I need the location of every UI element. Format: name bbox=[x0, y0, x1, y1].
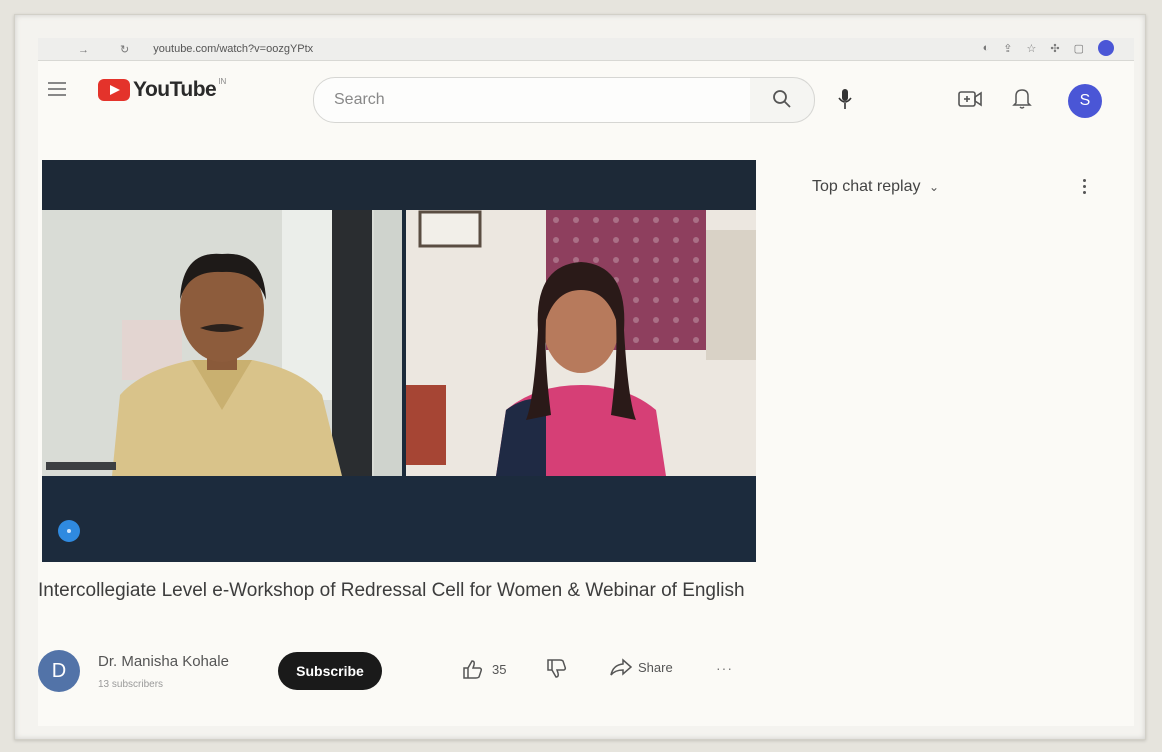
participant-man-image bbox=[42, 210, 402, 476]
youtube-logo[interactable]: YouTube IN bbox=[98, 76, 227, 102]
extension-icon[interactable]: ◐ bbox=[983, 42, 990, 54]
search-box bbox=[313, 77, 751, 123]
subscribe-button[interactable]: Subscribe bbox=[278, 652, 382, 690]
share-page-icon[interactable]: ⇪ bbox=[1003, 42, 1012, 55]
profile-icon[interactable] bbox=[1098, 40, 1114, 56]
bell-icon bbox=[1012, 89, 1032, 109]
video-bottom-band bbox=[42, 476, 756, 562]
browser-window: → ↻ youtube.com/watch?v=oozgYPtx ◐ ⇪ ☆ ✣… bbox=[38, 38, 1134, 726]
mic-button[interactable] bbox=[838, 88, 852, 115]
dislike-button[interactable] bbox=[546, 658, 568, 685]
video-player[interactable] bbox=[42, 160, 756, 562]
video-title: Intercollegiate Level e-Workshop of Redr… bbox=[38, 580, 745, 601]
logo-text: YouTube bbox=[133, 78, 217, 101]
subscriber-count: 13 subscribers bbox=[98, 679, 164, 690]
search-button[interactable] bbox=[750, 77, 815, 123]
create-video-icon bbox=[958, 91, 982, 107]
notifications-button[interactable] bbox=[1012, 86, 1032, 115]
account-avatar[interactable]: S bbox=[1068, 84, 1102, 118]
chat-title: Top chat replay bbox=[812, 178, 921, 195]
participant-tile-left bbox=[42, 210, 402, 476]
country-code: IN bbox=[218, 76, 227, 86]
mic-icon bbox=[838, 89, 852, 109]
youtube-header: YouTube IN Search S bbox=[38, 60, 1134, 123]
share-icon bbox=[610, 658, 632, 676]
bookmark-icon[interactable]: ☆ bbox=[1027, 42, 1037, 55]
participant-tile-right bbox=[406, 210, 756, 476]
thumbs-up-icon bbox=[463, 660, 483, 679]
browser-nav-icons[interactable]: → ↻ bbox=[78, 43, 143, 56]
address-bar[interactable]: → ↻ youtube.com/watch?v=oozgYPtx ◐ ⇪ ☆ ✣… bbox=[38, 38, 1134, 61]
more-actions-icon[interactable]: ··· bbox=[716, 660, 733, 676]
chevron-down-icon: ⌄ bbox=[928, 180, 940, 194]
chat-header[interactable]: Top chat replay ⌄ bbox=[812, 178, 939, 196]
video-top-band bbox=[42, 160, 756, 210]
search-input[interactable] bbox=[332, 90, 716, 110]
like-button[interactable]: 35 bbox=[462, 658, 506, 680]
youtube-play-icon bbox=[98, 79, 130, 101]
share-label: Share bbox=[638, 659, 673, 675]
puzzle-icon[interactable]: ✣ bbox=[1050, 42, 1059, 55]
channel-avatar[interactable]: D bbox=[38, 650, 80, 692]
search-icon bbox=[773, 90, 791, 108]
browser-toolbar-icons: ◐ ⇪ ☆ ✣ ▢ bbox=[983, 40, 1114, 56]
create-button[interactable] bbox=[958, 90, 982, 113]
like-count: 35 bbox=[492, 661, 507, 677]
channel-name[interactable]: Dr. Manisha Kohale bbox=[98, 653, 229, 670]
url-text[interactable]: youtube.com/watch?v=oozgYPtx bbox=[153, 43, 313, 55]
player-control-dot[interactable] bbox=[58, 520, 80, 542]
thumbs-down-icon bbox=[547, 659, 567, 678]
menu-icon[interactable] bbox=[48, 82, 66, 96]
share-button[interactable]: Share bbox=[610, 658, 673, 676]
chat-more-icon[interactable] bbox=[1078, 176, 1090, 200]
participant-woman-image bbox=[406, 210, 756, 476]
window-icon[interactable]: ▢ bbox=[1074, 42, 1084, 55]
